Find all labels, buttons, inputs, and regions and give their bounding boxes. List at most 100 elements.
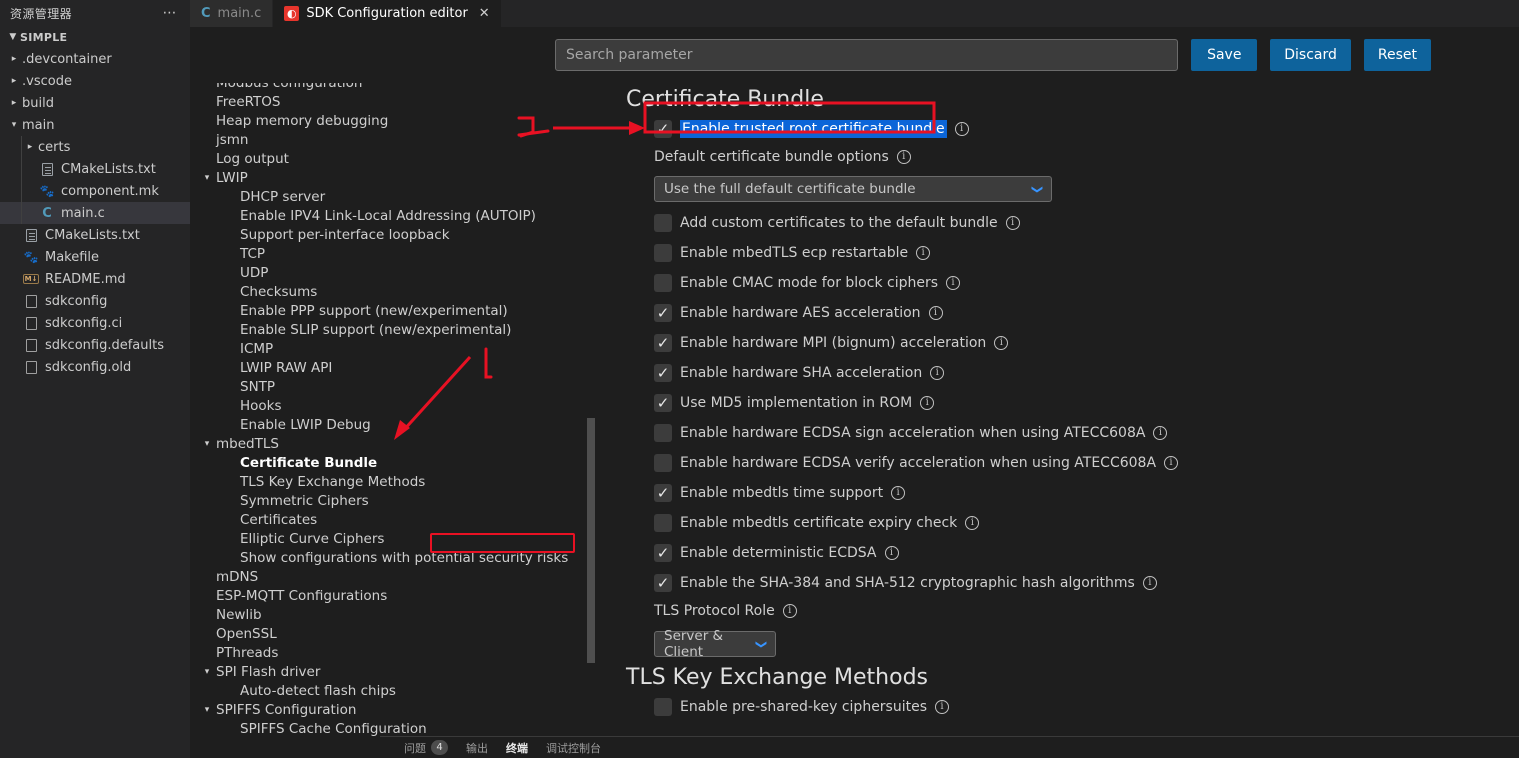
checkbox-enable-hardware-ecdsa-sign-acceleration-when-using-atecc608a[interactable]: [654, 424, 672, 442]
chevron-down-icon[interactable]: ▾: [198, 439, 216, 449]
config-nav-item-freertos[interactable]: FreeRTOS: [190, 92, 598, 111]
config-nav-item-show-configurations-with-potential-security-risks[interactable]: Show configurations with potential secur…: [190, 548, 598, 567]
config-nav-item-pthreads[interactable]: PThreads: [190, 643, 598, 662]
checkbox-use-md5-implementation-in-rom[interactable]: [654, 394, 672, 412]
checkbox-enable-cmac-mode-for-block-ciphers[interactable]: [654, 274, 672, 292]
config-nav-item-tcp[interactable]: TCP: [190, 244, 598, 263]
config-nav-item-sntp[interactable]: SNTP: [190, 377, 598, 396]
config-nav-item-newlib[interactable]: Newlib: [190, 605, 598, 624]
info-icon[interactable]: i: [994, 336, 1008, 350]
nav-scrollbar[interactable]: [587, 418, 595, 663]
chevron-right-icon[interactable]: ▸: [22, 142, 38, 152]
explorer-item-cmakelists-txt[interactable]: CMakeLists.txt: [0, 158, 190, 180]
explorer-item-sdkconfig-old[interactable]: sdkconfig.old: [0, 356, 190, 378]
explorer-item-sdkconfig-ci[interactable]: sdkconfig.ci: [0, 312, 190, 334]
checkbox-enable-mbedtls-certificate-expiry-check[interactable]: [654, 514, 672, 532]
discard-button[interactable]: Discard: [1270, 39, 1351, 71]
checkbox-enable-hardware-sha-acceleration[interactable]: [654, 364, 672, 382]
config-nav-item-support-per-interface-loopback[interactable]: Support per-interface loopback: [190, 225, 598, 244]
chevron-down-icon[interactable]: ▾: [198, 705, 216, 715]
config-nav-item-tls-key-exchange-methods[interactable]: TLS Key Exchange Methods: [190, 472, 598, 491]
explorer-item-component-mk[interactable]: 🐾component.mk: [0, 180, 190, 202]
config-nav-item-lwip[interactable]: ▾LWIP: [190, 168, 598, 187]
chevron-down-icon[interactable]: ▾: [198, 667, 216, 677]
config-nav-item-udp[interactable]: UDP: [190, 263, 598, 282]
config-nav-item-auto-detect-flash-chips[interactable]: Auto-detect flash chips: [190, 681, 598, 700]
config-nav-item-spiffs-configuration[interactable]: ▾SPIFFS Configuration: [190, 700, 598, 719]
checkbox-enable-hardware-ecdsa-verify-acceleration-when-using-atecc608a[interactable]: [654, 454, 672, 472]
config-nav-item-hooks[interactable]: Hooks: [190, 396, 598, 415]
chevron-right-icon[interactable]: ▸: [6, 54, 22, 64]
info-icon[interactable]: i: [1006, 216, 1020, 230]
config-nav-item-spi-flash-driver[interactable]: ▾SPI Flash driver: [190, 662, 598, 681]
explorer-item--vscode[interactable]: ▸.vscode: [0, 70, 190, 92]
info-icon[interactable]: i: [920, 396, 934, 410]
checkbox-enable-mbedtls-time-support[interactable]: [654, 484, 672, 502]
info-icon[interactable]: i: [935, 700, 949, 714]
info-icon[interactable]: i: [897, 150, 911, 164]
explorer-item-readme-md[interactable]: M↓README.md: [0, 268, 190, 290]
explorer-item--devcontainer[interactable]: ▸.devcontainer: [0, 48, 190, 70]
explorer-item-main-c[interactable]: Cmain.c: [0, 202, 190, 224]
checkbox-enable-mbedtls-ecp-restartable[interactable]: [654, 244, 672, 262]
config-nav-item-certificate-bundle[interactable]: Certificate Bundle: [190, 453, 598, 472]
info-icon[interactable]: i: [955, 122, 969, 136]
info-icon[interactable]: i: [783, 604, 797, 618]
checkbox-enable-pre-shared-key-ciphersuites[interactable]: [654, 698, 672, 716]
explorer-item-cmakelists-txt[interactable]: CMakeLists.txt: [0, 224, 190, 246]
checkbox-enable-trusted-root-certificate-bundle[interactable]: [654, 120, 672, 138]
config-nav-item-log-output[interactable]: Log output: [190, 149, 598, 168]
explorer-item-sdkconfig-defaults[interactable]: sdkconfig.defaults: [0, 334, 190, 356]
info-icon[interactable]: i: [1164, 456, 1178, 470]
bottom-panel-tab-输出[interactable]: 输出: [466, 740, 488, 756]
config-nav-item-heap-memory-debugging[interactable]: Heap memory debugging: [190, 111, 598, 130]
search-input[interactable]: [555, 39, 1178, 71]
checkbox-add-custom-certificates-to-the-default-bundle[interactable]: [654, 214, 672, 232]
close-icon[interactable]: ✕: [479, 6, 490, 21]
dropdown-server-client[interactable]: Server & Client❯: [654, 631, 776, 657]
explorer-item-main[interactable]: ▾main: [0, 114, 190, 136]
config-nav-item-lwip-raw-api[interactable]: LWIP RAW API: [190, 358, 598, 377]
checkbox-enable-deterministic-ecdsa[interactable]: [654, 544, 672, 562]
explorer-item-certs[interactable]: ▸certs: [0, 136, 190, 158]
config-nav-item-mbedtls[interactable]: ▾mbedTLS: [190, 434, 598, 453]
info-icon[interactable]: i: [1143, 576, 1157, 590]
info-icon[interactable]: i: [965, 516, 979, 530]
explorer-item-build[interactable]: ▸build: [0, 92, 190, 114]
config-nav-item-jsmn[interactable]: jsmn: [190, 130, 598, 149]
config-nav-item-certificates[interactable]: Certificates: [190, 510, 598, 529]
info-icon[interactable]: i: [1153, 426, 1167, 440]
ellipsis-icon[interactable]: ⋯: [163, 8, 179, 18]
config-nav-item-mdns[interactable]: mDNS: [190, 567, 598, 586]
config-nav-item-modbus-configuration[interactable]: Modbus configuration: [190, 83, 598, 92]
config-nav-item-checksums[interactable]: Checksums: [190, 282, 598, 301]
config-nav-item-openssl[interactable]: OpenSSL: [190, 624, 598, 643]
info-icon[interactable]: i: [916, 246, 930, 260]
bottom-panel-tab-终端[interactable]: 终端: [506, 740, 528, 756]
chevron-down-icon[interactable]: ▾: [6, 120, 22, 130]
info-icon[interactable]: i: [891, 486, 905, 500]
info-icon[interactable]: i: [946, 276, 960, 290]
info-icon[interactable]: i: [885, 546, 899, 560]
config-nav-item-dhcp-server[interactable]: DHCP server: [190, 187, 598, 206]
tab-sdk-configuration-editor[interactable]: ◐ SDK Configuration editor ✕: [273, 0, 501, 27]
config-nav-item-elliptic-curve-ciphers[interactable]: Elliptic Curve Ciphers: [190, 529, 598, 548]
config-nav-item-enable-ipv4-link-local-addressing-autoip-[interactable]: Enable IPV4 Link-Local Addressing (AUTOI…: [190, 206, 598, 225]
tab-main-c[interactable]: C main.c: [190, 0, 273, 27]
checkbox-enable-hardware-aes-acceleration[interactable]: [654, 304, 672, 322]
config-nav-item-enable-slip-support-new-experimental-[interactable]: Enable SLIP support (new/experimental): [190, 320, 598, 339]
config-nav-item-enable-ppp-support-new-experimental-[interactable]: Enable PPP support (new/experimental): [190, 301, 598, 320]
chevron-right-icon[interactable]: ▸: [6, 98, 22, 108]
save-button[interactable]: Save: [1191, 39, 1257, 71]
chevron-right-icon[interactable]: ▸: [6, 76, 22, 86]
bottom-panel-tab-问题[interactable]: 问题4: [404, 740, 448, 756]
info-icon[interactable]: i: [929, 306, 943, 320]
config-nav-item-enable-lwip-debug[interactable]: Enable LWIP Debug: [190, 415, 598, 434]
config-nav-item-symmetric-ciphers[interactable]: Symmetric Ciphers: [190, 491, 598, 510]
config-nav-item-icmp[interactable]: ICMP: [190, 339, 598, 358]
bottom-panel-tab-调试控制台[interactable]: 调试控制台: [546, 740, 601, 756]
reset-button[interactable]: Reset: [1364, 39, 1431, 71]
checkbox-enable-hardware-mpi-bignum-acceleration[interactable]: [654, 334, 672, 352]
config-nav-item-esp-mqtt-configurations[interactable]: ESP-MQTT Configurations: [190, 586, 598, 605]
explorer-item-makefile[interactable]: 🐾Makefile: [0, 246, 190, 268]
